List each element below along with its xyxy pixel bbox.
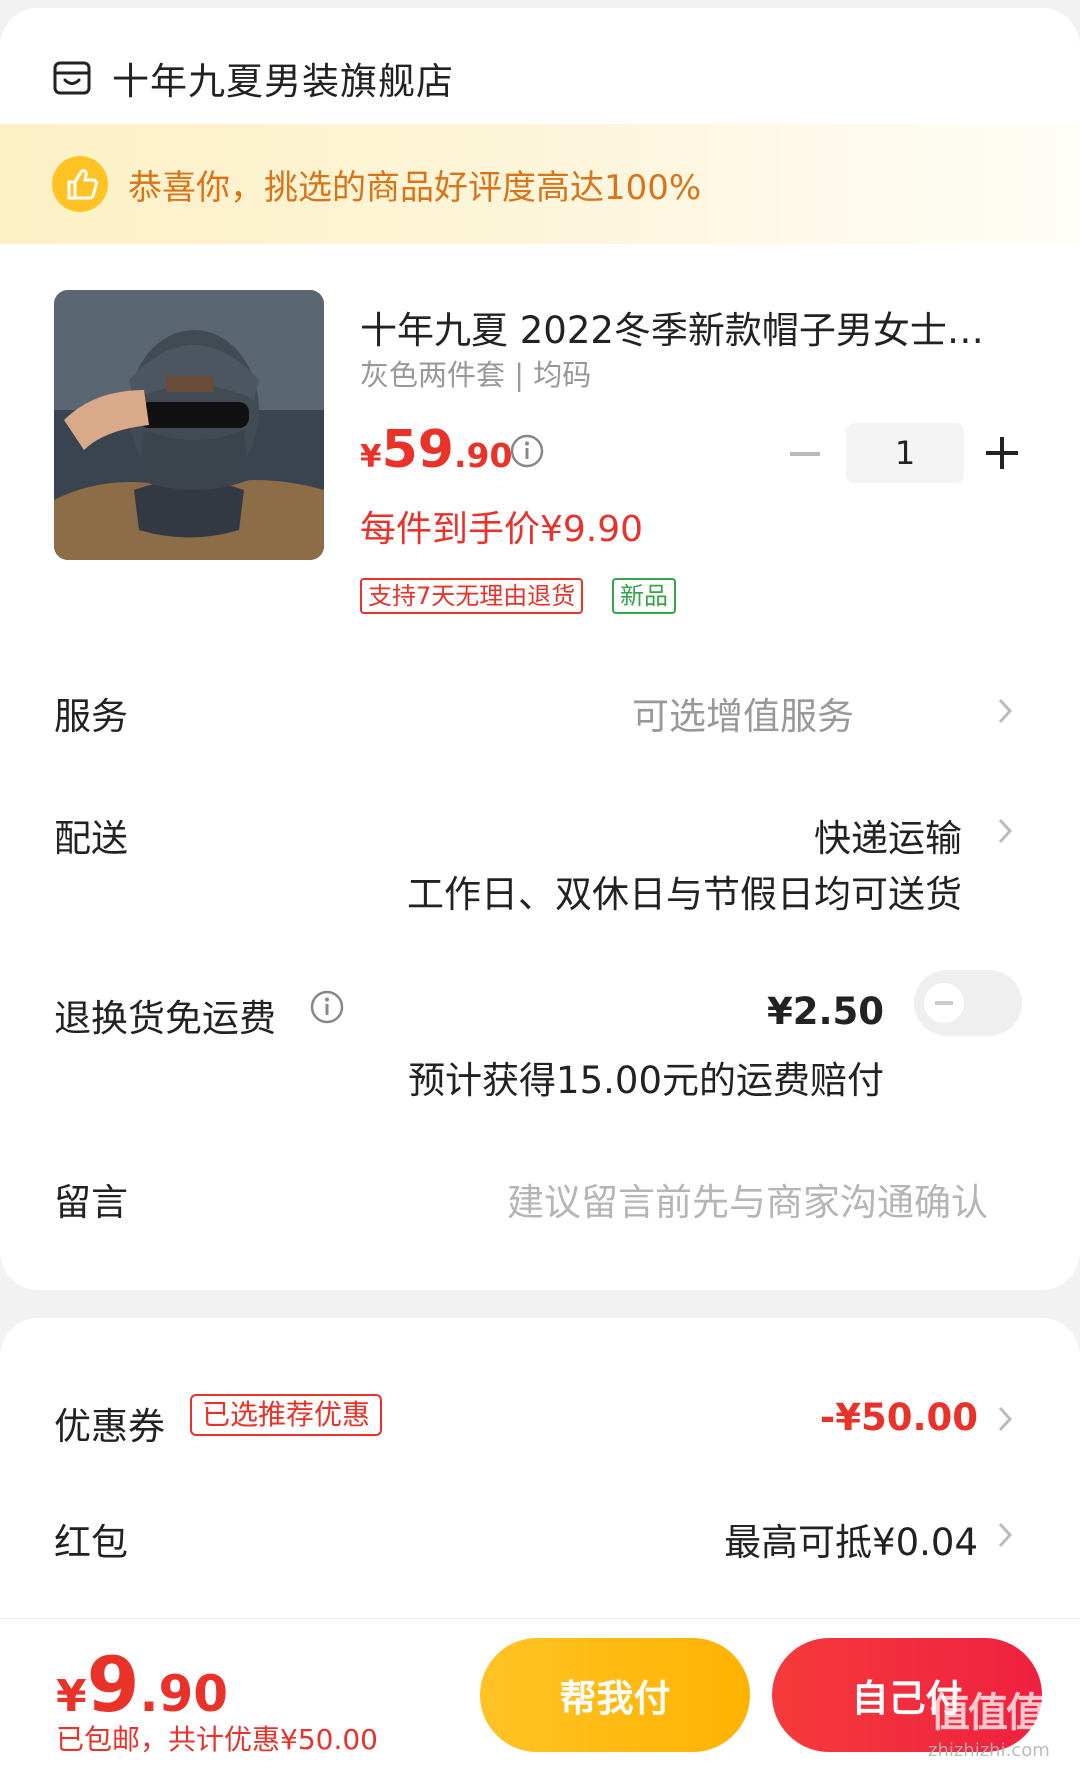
- quantity-increase-button[interactable]: [986, 437, 1018, 469]
- watermark-logo: 值值值: [930, 1690, 1046, 1736]
- price-info-icon[interactable]: [510, 434, 544, 468]
- coupon-label: 优惠券: [54, 1405, 165, 1448]
- rating-text: 恭喜你，挑选的商品好评度高达100%: [128, 167, 702, 208]
- toggle-knob: [924, 983, 964, 1023]
- product-title[interactable]: 十年九夏 2022冬季新款帽子男女士…: [360, 300, 984, 354]
- quantity-input[interactable]: 1: [846, 423, 964, 483]
- discount-summary: 已包邮，共计优惠¥50.00: [56, 1723, 378, 1756]
- watermark-url: zhizhizhi.com: [928, 1740, 1050, 1761]
- price-integer: 59: [381, 420, 454, 480]
- return-fee-value: ¥2.50: [766, 990, 884, 1033]
- product-price: ¥ 59 .90: [360, 420, 512, 480]
- service-label: 服务: [54, 695, 128, 738]
- thumbs-up-icon: [52, 156, 108, 212]
- red-packet-chevron-icon[interactable]: [996, 1520, 1014, 1550]
- price-decimal: .90: [453, 436, 513, 475]
- return-fee-label: 退换货免运费: [54, 997, 276, 1040]
- coupon-value[interactable]: -¥50.00: [820, 1396, 978, 1439]
- quantity-decrease-button[interactable]: [790, 452, 820, 456]
- rating-banner: 恭喜你，挑选的商品好评度高达100%: [0, 124, 1080, 244]
- coupon-badge: 已选推荐优惠: [190, 1394, 383, 1436]
- return-fee-note: 预计获得15.00元的运费赔付: [408, 1059, 884, 1102]
- red-packet-label: 红包: [54, 1521, 128, 1564]
- total-currency: ¥: [56, 1671, 87, 1722]
- delivery-label: 配送: [54, 817, 128, 860]
- total-integer: 9: [86, 1640, 140, 1729]
- store-icon: [53, 61, 91, 95]
- delivery-value[interactable]: 快递运输: [814, 808, 962, 862]
- service-value[interactable]: 可选增值服务: [632, 686, 854, 740]
- new-product-tag: 新品: [612, 578, 676, 614]
- shop-name: 十年九夏男装旗舰店: [112, 60, 454, 103]
- red-packet-value[interactable]: 最高可抵¥0.04: [724, 1512, 978, 1566]
- return-fee-toggle[interactable]: [914, 970, 1022, 1036]
- product-image[interactable]: [54, 290, 324, 560]
- message-label: 留言: [54, 1181, 128, 1224]
- total-decimal: .90: [139, 1665, 229, 1723]
- total-price: ¥ 9 .90: [56, 1640, 228, 1729]
- shop-header[interactable]: 十年九夏男装旗舰店: [52, 48, 454, 108]
- return-policy-tag: 支持7天无理由退货: [360, 578, 584, 614]
- unit-price: 每件到手价¥9.90: [360, 509, 644, 550]
- return-fee-info-icon[interactable]: [310, 990, 344, 1024]
- service-chevron-icon[interactable]: [996, 696, 1014, 726]
- coupon-chevron-icon[interactable]: [996, 1404, 1014, 1434]
- delivery-note: 工作日、双休日与节假日均可送货: [407, 873, 962, 916]
- price-currency: ¥: [360, 439, 382, 475]
- message-input[interactable]: 建议留言前先与商家沟通确认: [507, 1172, 988, 1226]
- help-pay-button[interactable]: 帮我付: [480, 1638, 750, 1752]
- product-spec[interactable]: 灰色两件套 | 均码: [360, 352, 591, 394]
- delivery-chevron-icon[interactable]: [996, 816, 1014, 846]
